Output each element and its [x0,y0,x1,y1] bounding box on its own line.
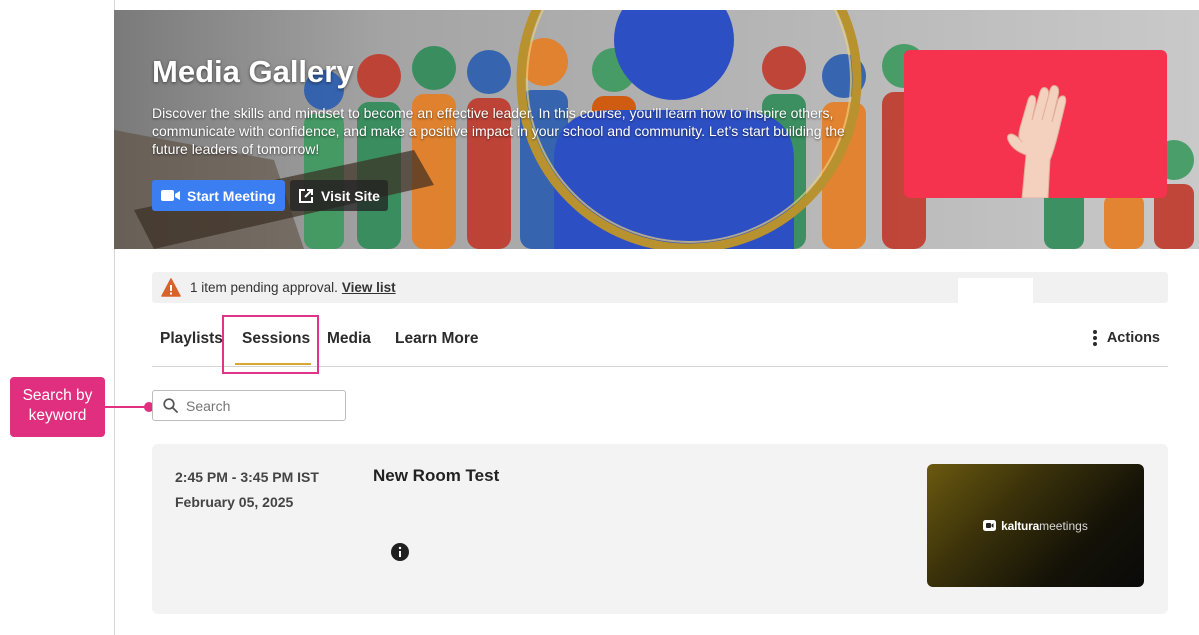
session-thumbnail[interactable]: kaltura meetings [927,464,1144,587]
search-callout: Search by keyword [10,377,105,437]
tab-learn-more[interactable]: Learn More [395,330,479,348]
hero-thumbnail [904,50,1167,198]
callout-connector [105,406,149,408]
raised-hand-image [1007,85,1067,198]
kaltura-meetings-logo-icon [983,520,997,531]
warning-icon [161,277,181,297]
thumbnail-product: meetings [1039,518,1088,533]
search-input[interactable] [186,397,336,414]
session-date: February 05, 2025 [175,494,294,510]
notice-text: 1 item pending approval. [190,280,338,295]
visit-site-button[interactable]: Visit Site [290,180,388,211]
callout-line-2: keyword [28,407,87,424]
actions-button[interactable]: Actions [1092,330,1160,346]
start-meeting-label: Start Meeting [187,187,276,204]
session-title[interactable]: New Room Test [373,466,499,486]
external-link-icon [299,188,313,203]
notice-blank-area [958,278,1033,303]
sessions-tab-highlight [222,315,319,374]
session-time: 2:45 PM - 3:45 PM IST [175,469,319,485]
info-icon[interactable] [391,543,409,561]
session-card[interactable]: 2:45 PM - 3:45 PM IST February 05, 2025 … [152,444,1168,614]
actions-label: Actions [1106,330,1160,346]
more-vertical-icon [1092,330,1097,346]
callout-line-1: Search by [22,387,93,404]
tab-playlists[interactable]: Playlists [160,330,223,348]
thumbnail-brand: kaltura [1001,518,1040,533]
visit-site-label: Visit Site [321,187,380,204]
hero-description: Discover the skills and mindset to becom… [152,105,845,157]
start-meeting-button[interactable]: Start Meeting [152,180,285,211]
tab-media[interactable]: Media [327,330,371,348]
video-camera-icon [161,190,180,201]
search-icon [163,398,178,413]
view-list-link[interactable]: View list [342,280,396,295]
hero-banner: Media Gallery Discover the skills and mi… [114,10,1199,249]
page-title: Media Gallery [152,54,354,89]
search-box[interactable] [152,390,346,421]
